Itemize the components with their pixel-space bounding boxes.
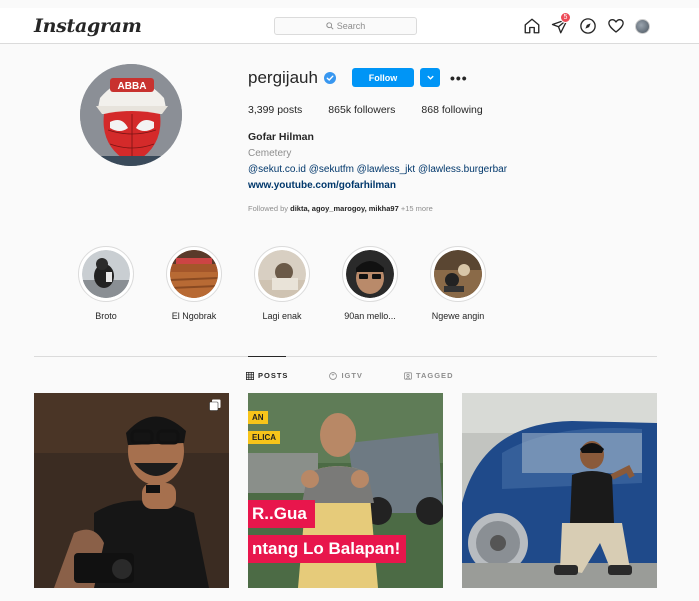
profile-tabs: POSTS IGTV TAGGED <box>246 371 453 380</box>
highlight-item[interactable]: El Ngobrak <box>150 246 238 321</box>
highlight-ring <box>78 246 134 302</box>
tag-icon <box>404 371 412 380</box>
svg-text:ABBA: ABBA <box>118 81 147 92</box>
highlight-ring <box>166 246 222 302</box>
grid-icon <box>246 371 254 380</box>
chevron-down-icon <box>426 75 434 80</box>
post-overlay-caption: ntang Lo Balapan! <box>248 535 407 563</box>
profile-category: Cemetery <box>248 148 292 159</box>
highlight-label: Lagi enak <box>262 311 302 321</box>
post-overlay-tag: AN <box>248 411 268 424</box>
followed-by-text[interactable]: Followed by dikta, agoy_marogoy, mikha97… <box>248 204 433 213</box>
tab-tagged[interactable]: TAGGED <box>404 371 454 380</box>
tab-igtv[interactable]: IGTV <box>329 371 363 380</box>
story-highlights: Broto El Ngobrak Lagi enak 90an mello...… <box>62 246 502 321</box>
posts-count: 3,399 posts <box>248 104 303 116</box>
profile-full-name: Gofar Hilman <box>248 131 314 143</box>
highlight-label: El Ngobrak <box>171 311 217 321</box>
search-placeholder: Search <box>336 21 366 31</box>
highlight-ring <box>342 246 398 302</box>
highlight-cover <box>346 250 394 298</box>
followers-count[interactable]: 865k followers <box>328 104 395 116</box>
suggested-accounts-dropdown-button[interactable] <box>420 68 440 87</box>
heart-activity-icon[interactable] <box>607 17 625 35</box>
direct-inbox-icon[interactable]: 5 <box>551 12 571 35</box>
highlight-ring <box>430 246 486 302</box>
tab-posts[interactable]: POSTS <box>246 371 288 380</box>
highlight-ring <box>254 246 310 302</box>
highlight-item[interactable]: Broto <box>62 246 150 321</box>
profile-website-link[interactable]: www.youtube.com/gofarhilman <box>248 180 396 191</box>
posts-grid: AN ELICA R..Gua ntang Lo Balapan! <box>34 393 657 588</box>
highlight-item[interactable]: Ngewe angin <box>414 246 502 321</box>
followed-by-names[interactable]: dikta, agoy_marogoy, mikha97 <box>290 204 399 213</box>
follow-button[interactable]: Follow <box>352 68 414 87</box>
post-thumbnail[interactable] <box>34 393 229 588</box>
explore-compass-icon[interactable] <box>579 17 597 35</box>
profile-avatar-nav[interactable] <box>635 18 650 34</box>
tab-label: IGTV <box>341 371 363 380</box>
post-overlay-tag: ELICA <box>248 431 280 444</box>
search-input[interactable]: Search <box>274 17 417 35</box>
post-overlay-caption: R..Gua <box>248 500 315 528</box>
more-options-button[interactable]: ••• <box>450 70 468 86</box>
multiple-photos-icon <box>209 399 221 411</box>
highlight-cover <box>434 250 482 298</box>
active-tab-indicator <box>248 356 286 357</box>
following-count[interactable]: 868 following <box>421 104 482 116</box>
highlight-cover <box>170 250 218 298</box>
post-image <box>462 393 657 588</box>
post-thumbnail[interactable]: AN ELICA R..Gua ntang Lo Balapan! <box>248 393 443 588</box>
post-image <box>34 393 229 588</box>
search-icon <box>326 22 334 30</box>
profile-username: pergijauh <box>248 68 318 87</box>
profile-picture-image: ABBA <box>80 64 182 166</box>
highlight-cover <box>82 250 130 298</box>
profile-username-row: pergijauh <box>248 68 336 88</box>
profile-tabs-divider <box>34 356 657 357</box>
top-navigation-bar: Instagram Search 5 <box>0 8 699 44</box>
highlight-label: 90an mello... <box>344 311 396 321</box>
followed-by-more[interactable]: +15 more <box>401 204 433 213</box>
instagram-logo[interactable]: Instagram <box>34 15 142 37</box>
profile-picture[interactable]: ABBA <box>80 64 182 166</box>
igtv-icon <box>329 371 338 380</box>
highlight-label: Ngewe angin <box>431 311 485 321</box>
tab-label: POSTS <box>258 371 289 380</box>
notification-badge: 5 <box>560 12 571 23</box>
home-icon[interactable] <box>523 17 541 35</box>
post-thumbnail[interactable] <box>462 393 657 588</box>
highlight-item[interactable]: 90an mello... <box>326 246 414 321</box>
highlight-item[interactable]: Lagi enak <box>238 246 326 321</box>
followed-by-prefix: Followed by <box>248 204 289 213</box>
verified-badge-icon <box>323 72 336 84</box>
tab-label: TAGGED <box>415 371 454 380</box>
highlight-cover <box>258 250 306 298</box>
profile-bio-mentions[interactable]: @sekut.co.id @sekutfm @lawless_jkt @lawl… <box>248 164 507 175</box>
profile-stats: 3,399 posts 865k followers 868 following <box>248 104 483 116</box>
highlight-label: Broto <box>95 311 117 321</box>
